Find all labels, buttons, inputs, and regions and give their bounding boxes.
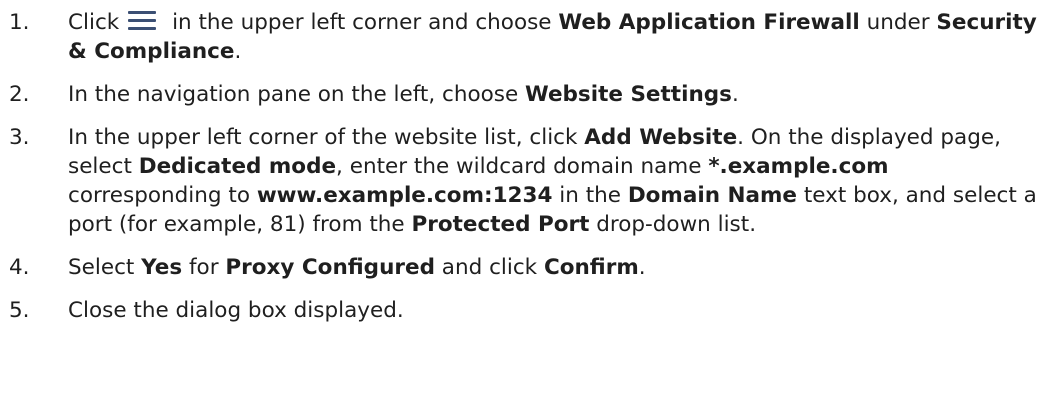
step-text: , enter the wildcard domain name	[336, 154, 709, 179]
step-2: 2. In the navigation pane on the left, c…	[0, 80, 1055, 109]
step-number: 5.	[9, 298, 30, 323]
mode-name: Dedicated mode	[138, 154, 337, 179]
button-name: Add Website	[584, 125, 738, 150]
step-number: 4.	[9, 255, 30, 280]
button-name: Confirm	[543, 255, 639, 280]
step-text: Select	[68, 255, 142, 280]
service-name: Web Application Firewall	[558, 10, 860, 35]
step-1: 1. Click in the upper left corner and ch…	[0, 8, 1055, 66]
field-name: Protected Port	[411, 212, 590, 237]
wildcard-domain: *.example.com	[708, 154, 889, 179]
step-text: In the upper left corner of the website …	[68, 125, 585, 150]
step-text: corresponding to	[68, 183, 257, 208]
step-3: 3. In the upper left corner of the websi…	[0, 123, 1055, 239]
step-4: 4. Select Yes for Proxy Configured and c…	[0, 253, 1055, 282]
step-text: in the upper left corner and choose	[165, 10, 559, 35]
field-name: Proxy Configured	[225, 255, 435, 280]
step-text: .	[731, 82, 739, 107]
step-text: Click	[68, 10, 120, 35]
menu-item-name: Website Settings	[525, 82, 732, 107]
step-number: 1.	[9, 10, 30, 35]
step-text: .	[234, 39, 242, 64]
step-text: under	[859, 10, 937, 35]
step-text: in the	[552, 183, 628, 208]
step-text: .	[638, 255, 646, 280]
steps-list: 1. Click in the upper left corner and ch…	[0, 8, 1055, 325]
example-domain: www.example.com:1234	[256, 183, 553, 208]
step-text: for	[182, 255, 226, 280]
step-number: 3.	[9, 125, 30, 150]
field-name: Domain Name	[627, 183, 797, 208]
step-text: In the navigation pane on the left, choo…	[68, 82, 526, 107]
hamburger-menu-icon	[128, 9, 157, 30]
step-text: Close the dialog box displayed.	[68, 298, 404, 323]
step-text: and click	[434, 255, 544, 280]
option-value: Yes	[141, 255, 183, 280]
step-number: 2.	[9, 82, 30, 107]
step-5: 5. Close the dialog box displayed.	[0, 296, 1055, 325]
step-text: drop-down list.	[589, 212, 757, 237]
